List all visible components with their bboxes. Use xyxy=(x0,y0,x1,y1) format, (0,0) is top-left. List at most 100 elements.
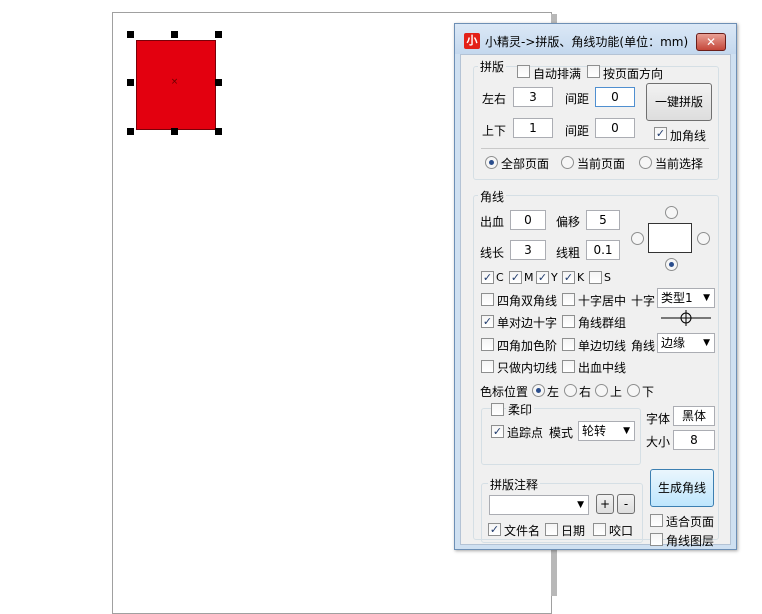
font-input[interactable]: 黑体 xyxy=(673,406,715,426)
ud-label: 上下 xyxy=(482,124,507,138)
size-input[interactable]: 8 xyxy=(673,430,715,450)
current-selection-label: 当前选择 xyxy=(655,157,704,171)
imposition-dialog: 小 小精灵->拼版、角线功能(单位：mm) ✕ 拼版 自动排满 按页面方向 左右… xyxy=(454,23,737,550)
lr-count-input[interactable]: 3 xyxy=(513,87,553,107)
date-checkbox[interactable] xyxy=(545,523,558,536)
remove-note-button[interactable]: - xyxy=(617,494,635,514)
cropmark-mode-dropdown[interactable]: 边缘 ▼ xyxy=(657,333,715,353)
position-bottom-radio[interactable] xyxy=(665,258,678,271)
position-right-radio[interactable] xyxy=(697,232,710,245)
add-note-button[interactable]: + xyxy=(596,494,614,514)
color-bar-right-radio[interactable] xyxy=(564,384,577,397)
color-bar-bottom-radio[interactable] xyxy=(627,384,640,397)
corner-color-steps-checkbox[interactable] xyxy=(481,338,494,351)
cropmarks-group-title: 角线 xyxy=(478,188,507,205)
color-c-label: C xyxy=(496,271,504,284)
bleed-label: 出血 xyxy=(480,215,505,229)
add-cropmarks-checkbox[interactable]: ✓ xyxy=(654,127,667,140)
chevron-down-icon: ▼ xyxy=(703,338,710,348)
color-y-checkbox[interactable]: ✓ xyxy=(536,271,549,284)
chevron-down-icon: ▼ xyxy=(577,500,584,510)
file-name-label: 文件名 xyxy=(504,524,541,538)
line-length-input[interactable]: 3 xyxy=(510,240,546,260)
bleed-centerline-label: 出血中线 xyxy=(578,361,627,375)
line-thickness-input[interactable]: 0.1 xyxy=(586,240,620,260)
chevron-down-icon: ▼ xyxy=(623,426,630,436)
color-k-checkbox[interactable]: ✓ xyxy=(562,271,575,284)
inner-cut-only-checkbox[interactable] xyxy=(481,360,494,373)
offset-input[interactable]: 5 xyxy=(586,210,620,230)
position-left-radio[interactable] xyxy=(631,232,644,245)
single-edge-cut-label: 单边切线 xyxy=(578,339,627,353)
single-cross-label: 单对边十字 xyxy=(497,316,558,330)
resize-handle-bottom-left[interactable] xyxy=(127,128,134,135)
cross-center-checkbox[interactable] xyxy=(562,293,575,306)
line-thickness-label: 线粗 xyxy=(556,246,581,260)
bleed-centerline-checkbox[interactable] xyxy=(562,360,575,373)
resize-handle-top[interactable] xyxy=(171,31,178,38)
single-edge-cut-checkbox[interactable] xyxy=(562,338,575,351)
color-bar-right-label: 右 xyxy=(579,385,592,399)
ud-gap-input[interactable]: 0 xyxy=(595,118,635,138)
one-click-impose-button[interactable]: 一键拼版 xyxy=(646,83,712,121)
corner-color-steps-label: 四角加色阶 xyxy=(497,339,558,353)
resize-handle-left[interactable] xyxy=(127,79,134,86)
bite-label: 咬口 xyxy=(609,524,634,538)
current-selection-radio[interactable] xyxy=(639,156,652,169)
cross-type-value: 类型1 xyxy=(661,291,693,305)
color-bar-top-label: 上 xyxy=(610,385,623,399)
fit-page-label: 适合页面 xyxy=(666,515,715,529)
mode-label: 模式 xyxy=(549,426,574,440)
color-bar-position-label: 色标位置 xyxy=(480,385,529,399)
imposition-separator xyxy=(481,148,709,149)
resize-handle-top-right[interactable] xyxy=(215,31,222,38)
auto-fill-label: 自动排满 xyxy=(533,67,582,81)
notes-dropdown[interactable]: ▼ xyxy=(489,495,589,515)
resize-handle-right[interactable] xyxy=(215,79,222,86)
color-m-label: M xyxy=(524,271,534,284)
inner-cut-only-label: 只做内切线 xyxy=(497,361,558,375)
resize-handle-bottom-right[interactable] xyxy=(215,128,222,135)
flexo-label: 柔印 xyxy=(506,401,535,418)
page-direction-checkbox[interactable] xyxy=(587,65,600,78)
bite-checkbox[interactable] xyxy=(593,523,606,536)
color-bar-top-radio[interactable] xyxy=(595,384,608,397)
color-k-label: K xyxy=(577,271,585,284)
double-corner-checkbox[interactable] xyxy=(481,293,494,306)
color-bar-left-radio[interactable] xyxy=(532,384,545,397)
cross-preview-icon xyxy=(661,310,711,326)
notes-group-title: 拼版注释 xyxy=(488,476,541,493)
flexo-mode-dropdown[interactable]: 轮转 ▼ xyxy=(578,421,635,441)
current-page-radio[interactable] xyxy=(561,156,574,169)
ud-count-input[interactable]: 1 xyxy=(513,118,553,138)
file-name-checkbox[interactable]: ✓ xyxy=(488,523,501,536)
ud-gap-label: 间距 xyxy=(565,124,590,138)
font-label: 字体 xyxy=(646,412,671,426)
group-cropmarks-checkbox[interactable] xyxy=(562,315,575,328)
resize-handle-bottom[interactable] xyxy=(171,128,178,135)
color-bar-left-label: 左 xyxy=(547,385,560,399)
cropmark-layer-checkbox[interactable] xyxy=(650,533,663,546)
current-page-label: 当前页面 xyxy=(577,157,626,171)
lr-gap-input[interactable]: 0 xyxy=(595,87,635,107)
fit-page-checkbox[interactable] xyxy=(650,514,663,527)
color-c-checkbox[interactable]: ✓ xyxy=(481,271,494,284)
resize-handle-top-left[interactable] xyxy=(127,31,134,38)
close-button[interactable]: ✕ xyxy=(696,33,726,51)
offset-label: 偏移 xyxy=(556,215,581,229)
color-m-checkbox[interactable]: ✓ xyxy=(509,271,522,284)
position-top-radio[interactable] xyxy=(665,206,678,219)
bleed-input[interactable]: 0 xyxy=(510,210,546,230)
tracking-point-checkbox[interactable]: ✓ xyxy=(491,425,504,438)
dialog-titlebar[interactable]: 小 小精灵->拼版、角线功能(单位：mm) ✕ xyxy=(455,24,736,54)
tracking-point-label: 追踪点 xyxy=(507,426,544,440)
flexo-checkbox[interactable] xyxy=(491,403,504,416)
all-pages-radio[interactable] xyxy=(485,156,498,169)
generate-cropmarks-button[interactable]: 生成角线 xyxy=(650,469,714,507)
color-s-checkbox[interactable] xyxy=(589,271,602,284)
cropmark-mode-value: 边缘 xyxy=(661,336,686,350)
single-cross-checkbox[interactable]: ✓ xyxy=(481,315,494,328)
cross-type-dropdown[interactable]: 类型1 ▼ xyxy=(657,288,715,308)
center-x-icon: × xyxy=(170,77,179,87)
auto-fill-checkbox[interactable] xyxy=(517,65,530,78)
